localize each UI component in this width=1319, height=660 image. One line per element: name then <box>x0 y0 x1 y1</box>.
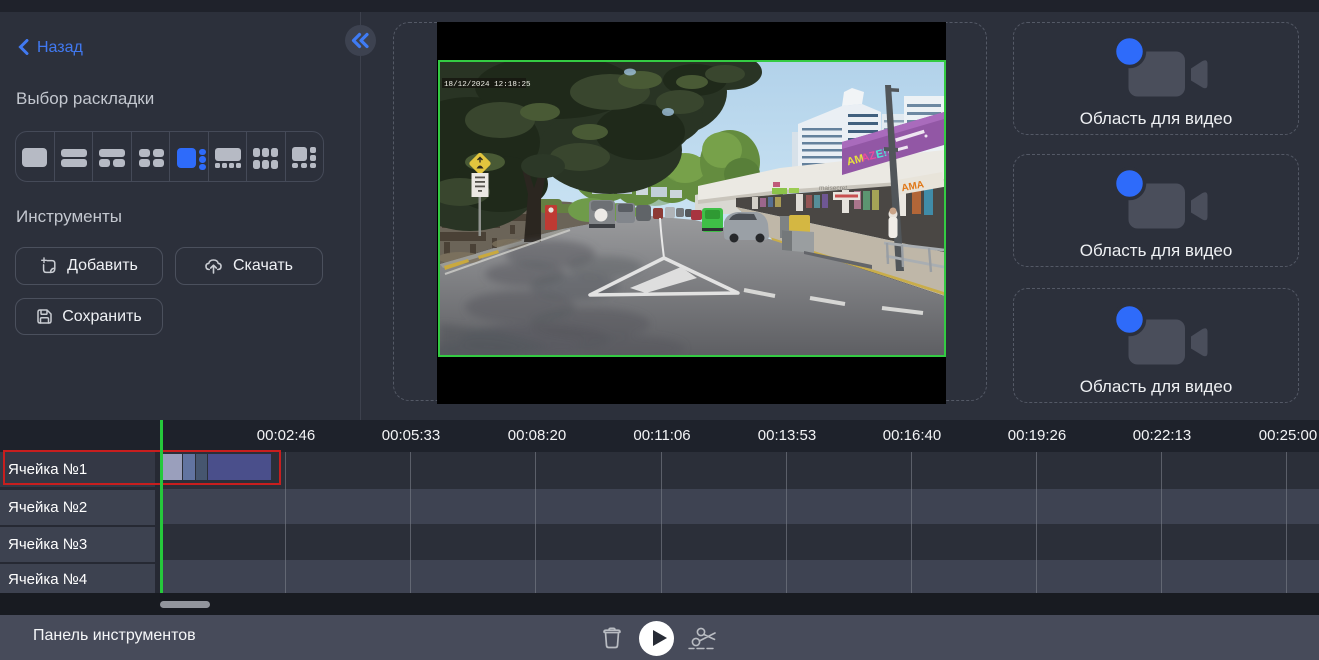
svg-text:18/12/2024 12:18:25: 18/12/2024 12:18:25 <box>444 81 531 89</box>
svg-text:maisecret: maisecret <box>819 185 847 192</box>
